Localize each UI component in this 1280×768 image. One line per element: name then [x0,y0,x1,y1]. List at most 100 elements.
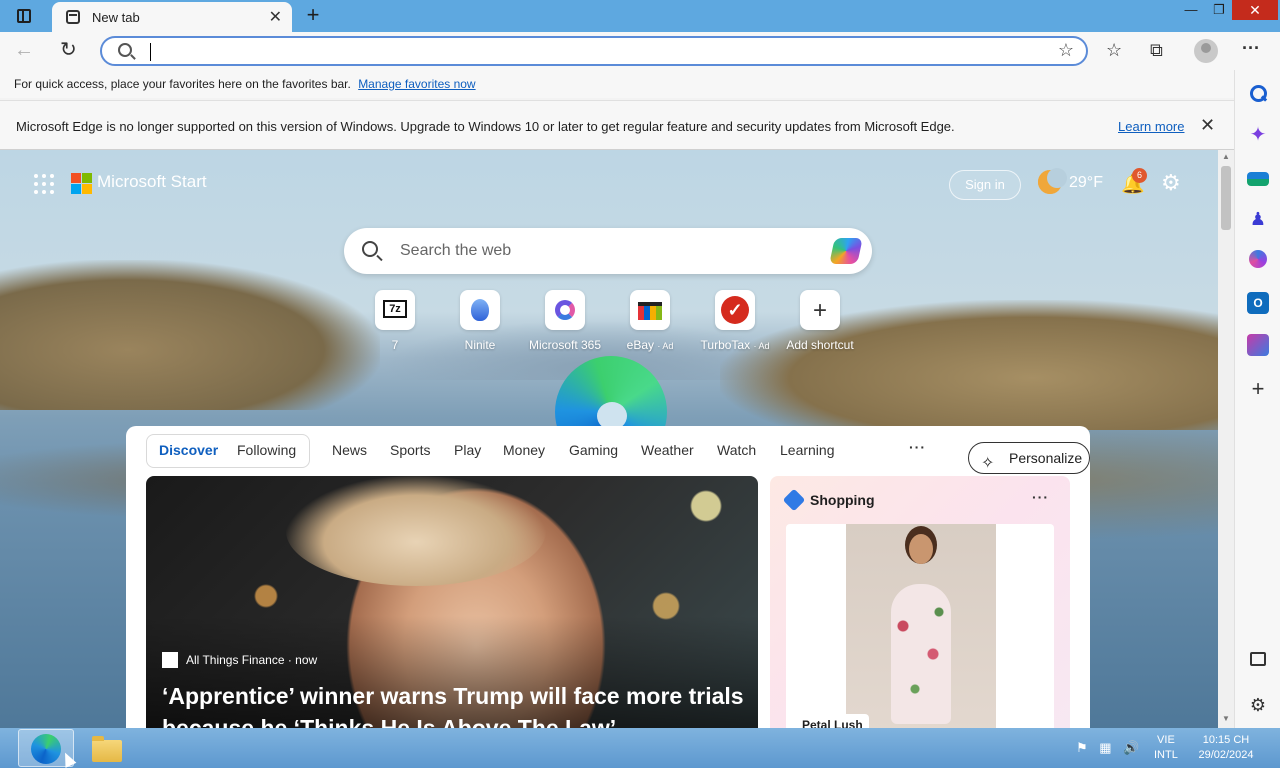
clock[interactable]: 10:15 CH 29/02/2024 [1194,733,1258,763]
shortcut-label: TurboTax [700,338,751,352]
product-image [846,524,996,728]
hero-headline[interactable]: ‘Apprentice’ winner warns Trump will fac… [162,680,752,728]
turbotax-check-icon: ✓ [721,296,749,324]
tab-weather[interactable]: Weather [641,442,694,458]
microsoft-logo-icon [71,173,92,194]
brand-title: Microsoft Start [97,172,207,191]
more-tabs-button[interactable]: ··· [909,439,926,455]
address-bar[interactable]: ☆ [100,36,1088,66]
infobar-close-button[interactable]: ✕ [1200,115,1215,136]
tab-news[interactable]: News [332,442,367,458]
clock-time: 10:15 CH [1202,734,1250,746]
news-feed-panel: Discover Following News Sports Play Mone… [126,426,1090,728]
copilot-icon[interactable] [829,238,863,264]
shortcut-7zip[interactable]: 7z 7 [355,290,435,352]
keyboard-layout: INTL [1154,749,1178,761]
plus-icon: + [812,297,827,324]
shortcut-label: eBay [626,338,654,352]
taskbar-file-explorer-button[interactable] [90,734,124,762]
shortcut-microsoft-365[interactable]: Microsoft 365 [525,290,605,352]
tab-following[interactable]: Following [237,442,296,458]
new-tab-button[interactable]: + [300,4,326,28]
copilot-icon[interactable]: ✦ [1247,124,1269,146]
ninite-icon [471,299,489,321]
profile-avatar[interactable] [1194,39,1218,63]
maximize-button[interactable]: ❐ [1204,0,1234,20]
tab-discover[interactable]: Discover [159,442,218,458]
back-button[interactable]: ← [14,39,34,62]
hide-sidebar-icon[interactable] [1250,652,1266,666]
edge-sidebar: ✦ ♟ O + ⚙ [1234,70,1280,728]
microsoft365-icon[interactable] [1249,250,1267,268]
shortcut-turbotax[interactable]: ✓ TurboTax · Ad [695,290,775,352]
microsoft365-icon [555,300,575,320]
outlook-icon[interactable]: O [1247,292,1269,314]
settings-menu-button[interactable]: ··· [1242,38,1260,59]
refresh-button[interactable]: ↻ [60,37,77,62]
7zip-icon: 7z [383,300,407,318]
hero-news-card[interactable]: All Things Finance · now ‘Apprentice’ wi… [146,476,758,728]
shortcut-ebay[interactable]: eBay · Ad [610,290,690,352]
text-caret [150,43,151,61]
scrollbar-thumb[interactable] [1221,166,1231,230]
product-card[interactable]: Petal Lush [786,524,1054,728]
search-placeholder: Search the web [400,242,512,259]
games-icon[interactable]: ♟ [1247,208,1269,230]
tab-sports[interactable]: Sports [390,442,430,458]
network-icon[interactable]: ▦ [1099,740,1111,755]
manage-favorites-link[interactable]: Manage favorites now [358,77,475,91]
add-favorite-icon[interactable]: ☆ [1058,40,1074,61]
new-tab-page: Microsoft Start Sign in 29°F 🔔 6 ⚙ Searc… [0,150,1218,728]
temperature[interactable]: 29°F [1069,174,1103,192]
hero-photo [286,476,546,586]
shortcut-ninite[interactable]: Ninite [440,290,520,352]
volume-icon[interactable]: 🔊 [1123,740,1139,755]
shopping-more-button[interactable]: ··· [1032,489,1049,505]
page-settings-icon[interactable]: ⚙ [1161,170,1181,196]
apps-launcher-icon[interactable] [34,174,54,194]
tab-new-tab[interactable]: New tab ✕ [52,2,292,32]
tab-play[interactable]: Play [454,442,481,458]
tab-learning[interactable]: Learning [780,442,835,458]
add-shortcut-button[interactable]: + Add shortcut [780,290,860,352]
ad-marker: · Ad [753,341,770,351]
tab-gaming[interactable]: Gaming [569,442,618,458]
learn-more-link[interactable]: Learn more [1118,119,1184,134]
designer-icon[interactable] [1247,334,1269,356]
tab-close-button[interactable]: ✕ [269,7,282,27]
favorites-bar-hint: For quick access, place your favorites h… [14,77,351,91]
shopping-icon[interactable] [1247,172,1269,186]
settings-icon[interactable]: ⚙ [1247,694,1269,716]
shortcut-label: Microsoft 365 [528,338,602,352]
scroll-up-arrow-icon[interactable]: ▲ [1222,152,1230,161]
search-icon[interactable] [1247,82,1269,104]
tab-actions-menu-icon[interactable] [8,4,40,28]
taskbar: ⚑ ▦ 🔊 VIE INTL 10:15 CH 29/02/2024 [0,728,1280,768]
infobar-message: Microsoft Edge is no longer supported on… [16,119,955,134]
input-language[interactable]: VIE INTL [1154,733,1178,763]
new-tab-page-icon [66,10,80,24]
moon-weather-icon[interactable] [1038,168,1067,194]
page-scrollbar[interactable]: ▲ ▼ [1218,150,1234,728]
minimize-button[interactable]: — [1176,0,1206,20]
scroll-down-arrow-icon[interactable]: ▼ [1222,714,1230,723]
shopping-card: Shopping ··· Petal Lush [770,476,1070,728]
tab-watch[interactable]: Watch [717,442,756,458]
web-search-box[interactable]: Search the web [344,228,872,274]
collections-button[interactable]: ⧉ [1150,40,1163,61]
clock-date: 29/02/2024 [1198,749,1254,761]
add-icon[interactable]: + [1247,378,1269,400]
ebay-bag-icon [638,302,662,320]
search-icon [362,241,378,257]
favorites-button[interactable]: ☆ [1106,40,1122,61]
tab-money[interactable]: Money [503,442,545,458]
personalize-button[interactable]: ✧ Personalize [968,442,1090,474]
source-logo-icon [162,652,178,668]
close-window-button[interactable]: ✕ [1232,0,1278,20]
language-code: VIE [1157,734,1175,746]
folder-icon [92,736,122,762]
search-icon [118,43,132,57]
action-center-flag-icon[interactable]: ⚑ [1076,740,1088,755]
sign-in-button[interactable]: Sign in [949,170,1021,200]
system-tray: ⚑ ▦ 🔊 [1076,740,1147,756]
